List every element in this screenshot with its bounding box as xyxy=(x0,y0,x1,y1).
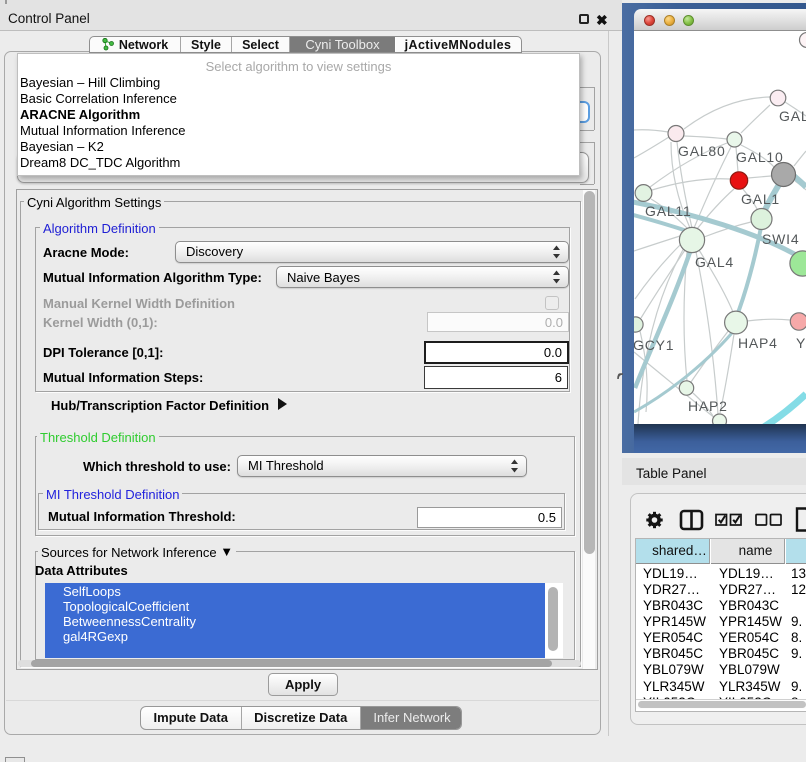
svg-text:SWI4: SWI4 xyxy=(762,231,799,247)
svg-text:GAL2: GAL2 xyxy=(779,108,806,124)
svg-text:GAL11: GAL11 xyxy=(645,203,692,219)
svg-text:GAL10: GAL10 xyxy=(736,149,784,165)
svg-text:GAL1: GAL1 xyxy=(741,191,780,207)
svg-text:GAL4: GAL4 xyxy=(695,254,734,270)
svg-text:HAP4: HAP4 xyxy=(738,335,778,351)
svg-text:YK: YK xyxy=(796,335,806,351)
svg-text:HAP2: HAP2 xyxy=(688,398,728,414)
svg-text:GAL80: GAL80 xyxy=(678,143,726,159)
svg-text:GCY1: GCY1 xyxy=(634,337,674,353)
